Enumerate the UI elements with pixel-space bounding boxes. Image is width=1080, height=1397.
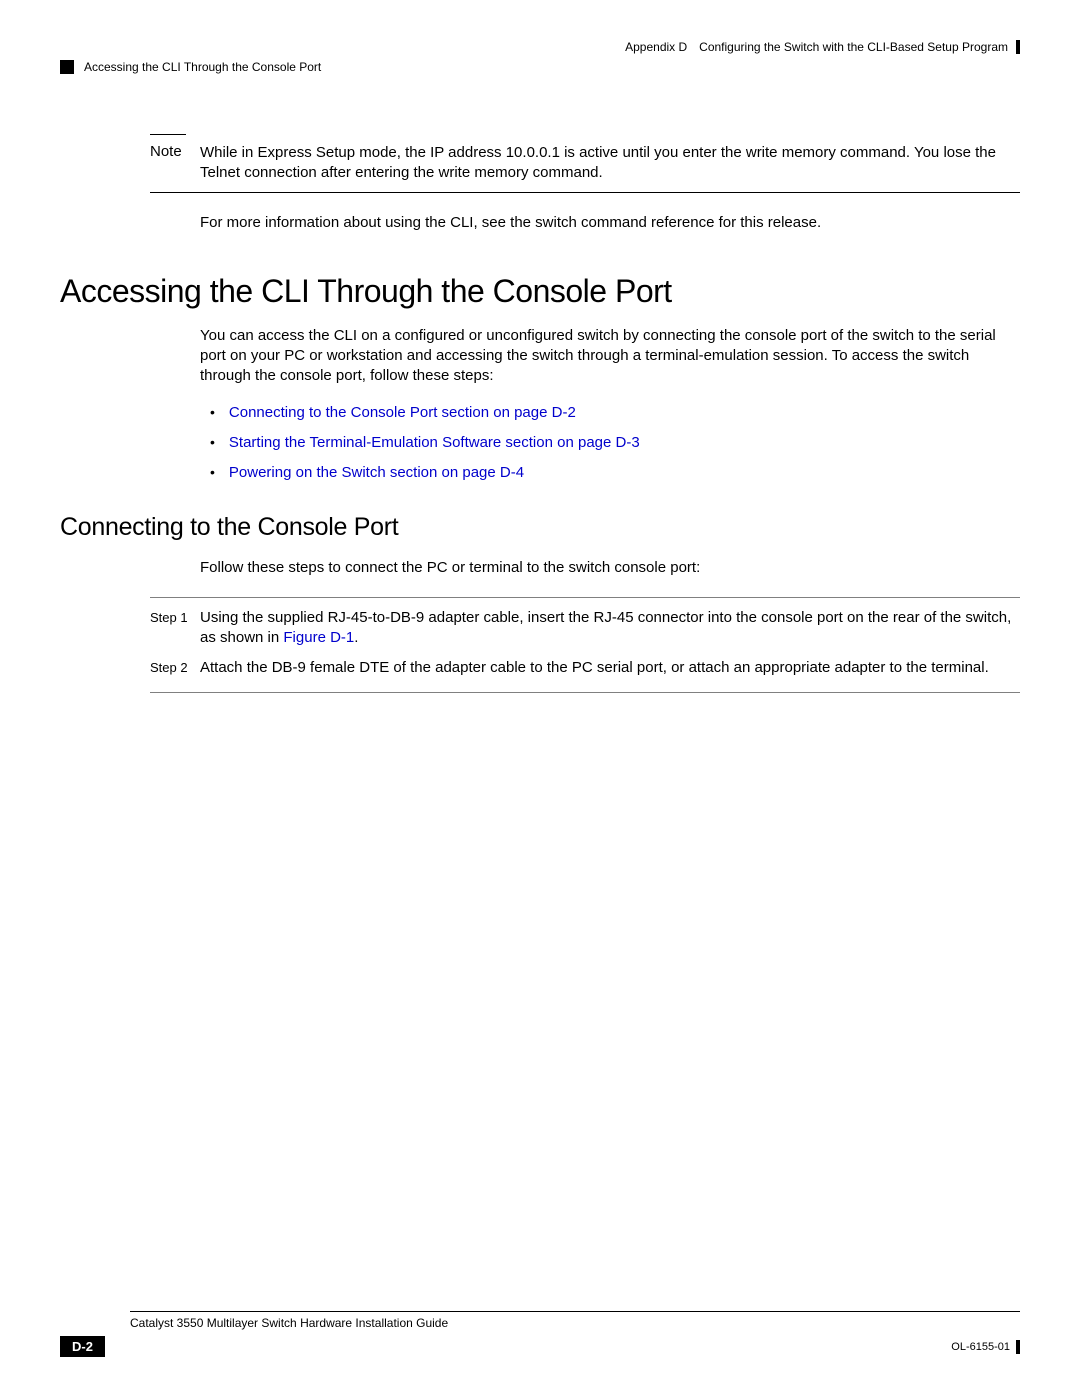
steps-bottom-rule bbox=[150, 692, 1020, 693]
footer-top-rule bbox=[130, 1311, 1020, 1312]
step-text-1: Using the supplied RJ-45-to-DB-9 adapter… bbox=[200, 608, 1020, 649]
step-intro: Follow these steps to connect the PC or … bbox=[200, 558, 1020, 578]
note-block: Note While in Express Setup mode, the IP… bbox=[150, 134, 1020, 193]
subheader-text: Accessing the CLI Through the Console Po… bbox=[84, 60, 321, 74]
header-row: Appendix D Configuring the Switch with t… bbox=[60, 40, 1020, 54]
list-item: • Connecting to the Console Port section… bbox=[210, 403, 1020, 423]
link-powering[interactable]: Powering on the Switch section on page D… bbox=[229, 463, 524, 483]
step-label-1: Step 1 bbox=[150, 608, 200, 649]
subheader-row: Accessing the CLI Through the Console Po… bbox=[60, 60, 1020, 74]
step-row: Step 2 Attach the DB-9 female DTE of the… bbox=[150, 658, 1020, 678]
list-item: • Powering on the Switch section on page… bbox=[210, 463, 1020, 483]
more-info-paragraph: For more information about using the CLI… bbox=[200, 213, 1020, 233]
list-item: • Starting the Terminal-Emulation Softwa… bbox=[210, 433, 1020, 453]
note-label: Note bbox=[150, 143, 200, 184]
bullet-list: • Connecting to the Console Port section… bbox=[210, 403, 1020, 484]
note-text: While in Express Setup mode, the IP addr… bbox=[200, 143, 1020, 184]
header-bar-decoration bbox=[1016, 40, 1020, 54]
note-bottom-rule bbox=[150, 192, 1020, 193]
heading-2: Connecting to the Console Port bbox=[60, 513, 1020, 542]
bullet-dot-icon: • bbox=[210, 403, 215, 423]
step2-before: Attach the DB-9 female DTE of the adapte… bbox=[200, 659, 989, 676]
step-text-2: Attach the DB-9 female DTE of the adapte… bbox=[200, 658, 989, 678]
header-appendix: Appendix D bbox=[625, 40, 687, 54]
link-figure[interactable]: Figure D-1 bbox=[283, 629, 354, 646]
footer-guide: Catalyst 3550 Multilayer Switch Hardware… bbox=[130, 1316, 1020, 1330]
doc-id: OL-6155-01 bbox=[951, 1341, 1010, 1353]
link-starting[interactable]: Starting the Terminal-Emulation Software… bbox=[229, 433, 640, 453]
bullet-dot-icon: • bbox=[210, 433, 215, 453]
page-number: D-2 bbox=[60, 1336, 105, 1357]
link-connecting[interactable]: Connecting to the Console Port section o… bbox=[229, 403, 576, 423]
heading-1: Accessing the CLI Through the Console Po… bbox=[60, 273, 1020, 310]
intro-paragraph: You can access the CLI on a configured o… bbox=[200, 326, 1020, 387]
step-row: Step 1 Using the supplied RJ-45-to-DB-9 … bbox=[150, 608, 1020, 649]
step1-after: . bbox=[354, 629, 358, 646]
steps-top-rule bbox=[150, 597, 1020, 598]
footer-bar-decoration bbox=[1016, 1340, 1020, 1354]
header-title-top: Configuring the Switch with the CLI-Base… bbox=[699, 40, 1008, 54]
bullet-dot-icon: • bbox=[210, 463, 215, 483]
subheader-square-icon bbox=[60, 60, 74, 74]
step-label-2: Step 2 bbox=[150, 658, 200, 678]
note-top-rule bbox=[150, 134, 186, 135]
footer: Catalyst 3550 Multilayer Switch Hardware… bbox=[60, 1311, 1020, 1357]
